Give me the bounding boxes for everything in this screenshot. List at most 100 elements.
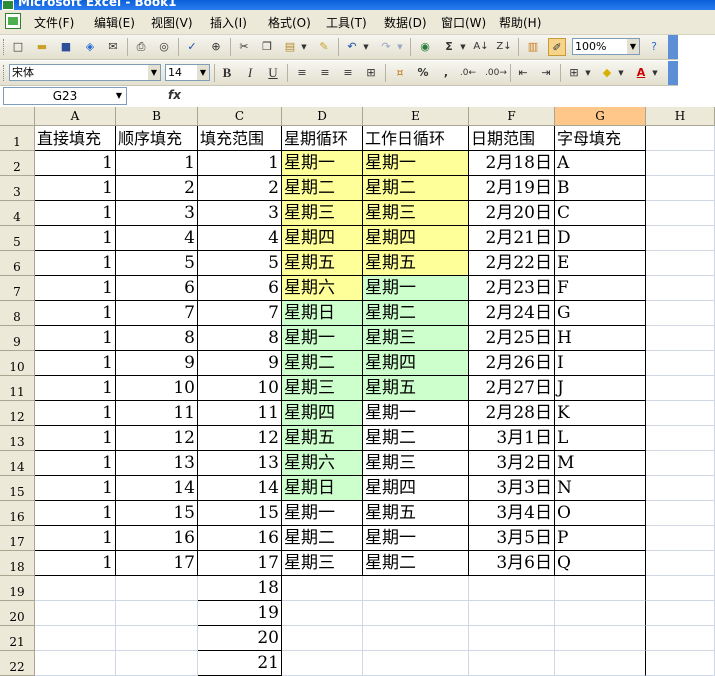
formula-input[interactable] [190, 87, 715, 105]
cell-a19[interactable] [35, 576, 116, 601]
row-header-3[interactable]: 3 [0, 176, 35, 201]
cell-f2[interactable]: 2月18日 [469, 151, 555, 176]
row-header-22[interactable]: 22 [0, 651, 35, 676]
row-header-16[interactable]: 16 [0, 501, 35, 526]
cell-d12[interactable]: 星期四 [282, 401, 363, 426]
cell-c12[interactable]: 11 [198, 401, 282, 426]
cell-a5[interactable]: 1 [35, 226, 116, 251]
font-size-select[interactable]: 14 ▼ [165, 64, 210, 81]
cell-d22[interactable] [282, 651, 363, 676]
cell-b3[interactable]: 2 [116, 176, 198, 201]
cell-f3[interactable]: 2月19日 [469, 176, 555, 201]
fill-color-icon[interactable]: ◆ [598, 64, 616, 82]
cell-h21[interactable] [646, 626, 715, 651]
cell-e20[interactable] [363, 601, 469, 626]
align-right-icon[interactable]: ≡ [339, 64, 357, 82]
cell-e2[interactable]: 星期一 [363, 151, 469, 176]
row-header-9[interactable]: 9 [0, 326, 35, 351]
cell-c20[interactable]: 19 [198, 601, 282, 626]
cell-e19[interactable] [363, 576, 469, 601]
menu-edit[interactable]: 编辑(E) [94, 14, 135, 31]
cell-e11[interactable]: 星期五 [363, 376, 469, 401]
cell-d4[interactable]: 星期三 [282, 201, 363, 226]
cell-a17[interactable]: 1 [35, 526, 116, 551]
menu-view[interactable]: 视图(V) [151, 14, 193, 31]
cell-e4[interactable]: 星期三 [363, 201, 469, 226]
cell-g16[interactable]: O [555, 501, 646, 526]
cell-c5[interactable]: 4 [198, 226, 282, 251]
cell-g14[interactable]: M [555, 451, 646, 476]
cell-f12[interactable]: 2月28日 [469, 401, 555, 426]
toolbar-options-icon[interactable] [668, 35, 678, 59]
increase-indent-icon[interactable]: ⇥ [537, 64, 555, 82]
cell-e8[interactable]: 星期二 [363, 301, 469, 326]
redo-dropdown-icon[interactable]: ▼ [395, 38, 405, 56]
paste-dropdown-icon[interactable]: ▼ [299, 38, 309, 56]
cell-a11[interactable]: 1 [35, 376, 116, 401]
cell-b9[interactable]: 8 [116, 326, 198, 351]
cell-b13[interactable]: 12 [116, 426, 198, 451]
cell-e14[interactable]: 星期三 [363, 451, 469, 476]
cell-h16[interactable] [646, 501, 715, 526]
cell-a8[interactable]: 1 [35, 301, 116, 326]
row-header-5[interactable]: 5 [0, 226, 35, 251]
cell-c3[interactable]: 2 [198, 176, 282, 201]
decrease-indent-icon[interactable]: ⇤ [514, 64, 532, 82]
cell-e21[interactable] [363, 626, 469, 651]
cell-e9[interactable]: 星期三 [363, 326, 469, 351]
cell-d10[interactable]: 星期二 [282, 351, 363, 376]
print-preview-icon[interactable]: ◎ [155, 38, 173, 56]
cell-h1[interactable] [646, 126, 715, 151]
toolbar-grip[interactable] [3, 39, 6, 55]
cell-f19[interactable] [469, 576, 555, 601]
row-header-12[interactable]: 12 [0, 401, 35, 426]
autosum-icon[interactable]: Σ [440, 38, 458, 56]
cell-b4[interactable]: 3 [116, 201, 198, 226]
row-header-4[interactable]: 4 [0, 201, 35, 226]
cell-d21[interactable] [282, 626, 363, 651]
cell-f4[interactable]: 2月20日 [469, 201, 555, 226]
hyperlink-icon[interactable]: ◉ [416, 38, 434, 56]
cell-b7[interactable]: 6 [116, 276, 198, 301]
name-box[interactable]: G23 ▼ [3, 87, 127, 105]
cell-h6[interactable] [646, 251, 715, 276]
cell-a12[interactable]: 1 [35, 401, 116, 426]
font-size-dropdown-icon[interactable]: ▼ [197, 65, 209, 80]
bold-button[interactable]: B [218, 64, 236, 82]
cell-d17[interactable]: 星期二 [282, 526, 363, 551]
row-header-18[interactable]: 18 [0, 551, 35, 576]
column-header-h[interactable]: H [646, 107, 715, 126]
sort-descending-icon[interactable]: Z↓ [495, 38, 513, 56]
cell-d7[interactable]: 星期六 [282, 276, 363, 301]
cell-a14[interactable]: 1 [35, 451, 116, 476]
cell-h11[interactable] [646, 376, 715, 401]
cell-c15[interactable]: 14 [198, 476, 282, 501]
cell-g8[interactable]: G [555, 301, 646, 326]
cell-b22[interactable] [116, 651, 198, 676]
open-folder-icon[interactable]: ▬ [33, 38, 51, 56]
cell-c18[interactable]: 17 [198, 551, 282, 576]
cell-c13[interactable]: 12 [198, 426, 282, 451]
cell-f14[interactable]: 3月2日 [469, 451, 555, 476]
comma-style-button[interactable]: , [437, 64, 455, 82]
cell-e15[interactable]: 星期四 [363, 476, 469, 501]
row-header-19[interactable]: 19 [0, 576, 35, 601]
menu-data[interactable]: 数据(D) [384, 14, 427, 31]
cell-f6[interactable]: 2月22日 [469, 251, 555, 276]
cell-c11[interactable]: 10 [198, 376, 282, 401]
cell-a1[interactable]: 直接填充 [35, 126, 116, 151]
cell-a15[interactable]: 1 [35, 476, 116, 501]
row-header-13[interactable]: 13 [0, 426, 35, 451]
increase-decimal-icon[interactable]: .0← [459, 64, 477, 82]
cell-d18[interactable]: 星期三 [282, 551, 363, 576]
cell-a20[interactable] [35, 601, 116, 626]
cell-g12[interactable]: K [555, 401, 646, 426]
toolbar-options-icon[interactable] [668, 61, 678, 85]
menu-tools[interactable]: 工具(T) [326, 14, 367, 31]
cell-g2[interactable]: A [555, 151, 646, 176]
cell-b15[interactable]: 14 [116, 476, 198, 501]
cell-f5[interactable]: 2月21日 [469, 226, 555, 251]
row-header-17[interactable]: 17 [0, 526, 35, 551]
percent-button[interactable]: % [414, 64, 432, 82]
row-header-7[interactable]: 7 [0, 276, 35, 301]
